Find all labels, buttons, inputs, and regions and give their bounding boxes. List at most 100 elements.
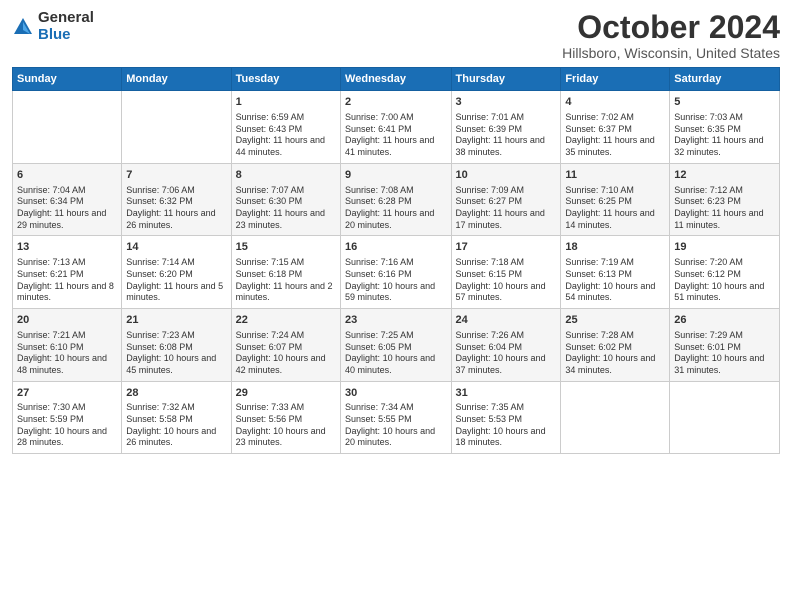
title-block: October 2024 Hillsboro, Wisconsin, Unite… [562,10,780,61]
day-info: Sunrise: 7:18 AM Sunset: 6:15 PM Dayligh… [456,257,557,304]
calendar-cell: 13Sunrise: 7:13 AM Sunset: 6:21 PM Dayli… [13,236,122,309]
day-number: 29 [236,386,336,401]
day-info: Sunrise: 7:21 AM Sunset: 6:10 PM Dayligh… [17,330,117,377]
day-number: 7 [126,168,226,183]
day-number: 10 [456,168,557,183]
day-number: 14 [126,240,226,255]
calendar-cell: 7 Sunrise: 7:06 AM Sunset: 6:32 PM Daylig… [122,163,231,236]
day-info: Sunrise: 7:08 AM Sunset: 6:28 PM Dayligh… [345,185,446,232]
calendar-cell: 1Sunrise: 6:59 AM Sunset: 6:43 PM Daylig… [231,91,340,164]
day-info: Sunrise: 7:20 AM Sunset: 6:12 PM Dayligh… [674,257,775,304]
calendar-cell: 26 Sunrise: 7:29 AM Sunset: 6:01 PM Dayli… [670,308,780,381]
day-info: Sunrise: 7:16 AM Sunset: 6:16 PM Dayligh… [345,257,446,304]
day-info: Sunrise: 7:01 AM Sunset: 6:39 PM Dayligh… [456,112,557,159]
calendar-cell: 15 Sunrise: 7:15 AM Sunset: 6:18 PM Dayli… [231,236,340,309]
calendar-cell: 31Sunrise: 7:35 AM Sunset: 5:53 PM Dayli… [451,381,561,454]
day-info: Sunrise: 7:13 AM Sunset: 6:21 PM Dayligh… [17,257,117,304]
day-info: Sunrise: 7:30 AM Sunset: 5:59 PM Dayligh… [17,402,117,449]
week-row-1: 6 Sunrise: 7:04 AM Sunset: 6:34 PM Daylig… [13,163,780,236]
day-number: 15 [236,240,336,255]
day-info: Sunrise: 7:00 AM Sunset: 6:41 PM Dayligh… [345,112,446,159]
day-number: 19 [674,240,775,255]
day-info: Sunrise: 7:02 AM Sunset: 6:37 PM Dayligh… [565,112,665,159]
calendar-cell: 4 Sunrise: 7:02 AM Sunset: 6:37 PM Daylig… [561,91,670,164]
calendar-cell: 10Sunrise: 7:09 AM Sunset: 6:27 PM Dayli… [451,163,561,236]
day-number: 8 [236,168,336,183]
calendar-cell: 24Sunrise: 7:26 AM Sunset: 6:04 PM Dayli… [451,308,561,381]
day-number: 25 [565,313,665,328]
day-info: Sunrise: 7:24 AM Sunset: 6:07 PM Dayligh… [236,330,336,377]
day-info: Sunrise: 7:15 AM Sunset: 6:18 PM Dayligh… [236,257,336,304]
calendar-cell: 11 Sunrise: 7:10 AM Sunset: 6:25 PM Dayli… [561,163,670,236]
calendar-cell: 12 Sunrise: 7:12 AM Sunset: 6:23 PM Dayli… [670,163,780,236]
subtitle: Hillsboro, Wisconsin, United States [562,45,780,61]
calendar-cell: 22Sunrise: 7:24 AM Sunset: 6:07 PM Dayli… [231,308,340,381]
day-number: 18 [565,240,665,255]
header: General Blue October 2024 Hillsboro, Wis… [12,10,780,61]
day-info: Sunrise: 7:14 AM Sunset: 6:20 PM Dayligh… [126,257,226,304]
day-number: 5 [674,95,775,110]
day-info: Sunrise: 7:35 AM Sunset: 5:53 PM Dayligh… [456,402,557,449]
day-info: Sunrise: 7:29 AM Sunset: 6:01 PM Dayligh… [674,330,775,377]
calendar-cell [13,91,122,164]
calendar-cell: 25 Sunrise: 7:28 AM Sunset: 6:02 PM Dayli… [561,308,670,381]
week-row-0: 1Sunrise: 6:59 AM Sunset: 6:43 PM Daylig… [13,91,780,164]
calendar-cell: 27Sunrise: 7:30 AM Sunset: 5:59 PM Dayli… [13,381,122,454]
logo-icon [12,16,34,38]
header-sunday: Sunday [13,68,122,91]
logo-general: General [38,10,94,27]
calendar-cell: 5 Sunrise: 7:03 AM Sunset: 6:35 PM Daylig… [670,91,780,164]
day-info: Sunrise: 7:34 AM Sunset: 5:55 PM Dayligh… [345,402,446,449]
day-info: Sunrise: 7:12 AM Sunset: 6:23 PM Dayligh… [674,185,775,232]
logo: General Blue [12,10,94,43]
calendar-cell: 21Sunrise: 7:23 AM Sunset: 6:08 PM Dayli… [122,308,231,381]
day-info: Sunrise: 7:06 AM Sunset: 6:32 PM Dayligh… [126,185,226,232]
day-info: Sunrise: 7:03 AM Sunset: 6:35 PM Dayligh… [674,112,775,159]
logo-blue: Blue [38,27,94,44]
week-row-4: 27Sunrise: 7:30 AM Sunset: 5:59 PM Dayli… [13,381,780,454]
calendar-cell: 28Sunrise: 7:32 AM Sunset: 5:58 PM Dayli… [122,381,231,454]
calendar-cell: 6 Sunrise: 7:04 AM Sunset: 6:34 PM Daylig… [13,163,122,236]
day-number: 21 [126,313,226,328]
day-info: Sunrise: 7:04 AM Sunset: 6:34 PM Dayligh… [17,185,117,232]
header-friday: Friday [561,68,670,91]
day-number: 28 [126,386,226,401]
header-thursday: Thursday [451,68,561,91]
calendar-table: SundayMondayTuesdayWednesdayThursdayFrid… [12,67,780,454]
day-info: Sunrise: 7:10 AM Sunset: 6:25 PM Dayligh… [565,185,665,232]
calendar-cell: 16 Sunrise: 7:16 AM Sunset: 6:16 PM Dayli… [341,236,451,309]
day-number: 26 [674,313,775,328]
day-number: 2 [345,95,446,110]
day-number: 6 [17,168,117,183]
main-title: October 2024 [562,10,780,45]
calendar-cell: 30Sunrise: 7:34 AM Sunset: 5:55 PM Dayli… [341,381,451,454]
day-number: 20 [17,313,117,328]
day-info: Sunrise: 7:32 AM Sunset: 5:58 PM Dayligh… [126,402,226,449]
day-number: 31 [456,386,557,401]
day-number: 4 [565,95,665,110]
day-info: Sunrise: 6:59 AM Sunset: 6:43 PM Dayligh… [236,112,336,159]
header-wednesday: Wednesday [341,68,451,91]
calendar-body: 1Sunrise: 6:59 AM Sunset: 6:43 PM Daylig… [13,91,780,454]
day-info: Sunrise: 7:07 AM Sunset: 6:30 PM Dayligh… [236,185,336,232]
day-info: Sunrise: 7:26 AM Sunset: 6:04 PM Dayligh… [456,330,557,377]
calendar-cell: 9 Sunrise: 7:08 AM Sunset: 6:28 PM Daylig… [341,163,451,236]
header-row: SundayMondayTuesdayWednesdayThursdayFrid… [13,68,780,91]
week-row-3: 20 Sunrise: 7:21 AM Sunset: 6:10 PM Dayli… [13,308,780,381]
day-number: 16 [345,240,446,255]
calendar-cell: 8 Sunrise: 7:07 AM Sunset: 6:30 PM Daylig… [231,163,340,236]
day-info: Sunrise: 7:28 AM Sunset: 6:02 PM Dayligh… [565,330,665,377]
day-number: 9 [345,168,446,183]
day-number: 12 [674,168,775,183]
week-row-2: 13Sunrise: 7:13 AM Sunset: 6:21 PM Dayli… [13,236,780,309]
header-monday: Monday [122,68,231,91]
calendar-cell: 14 Sunrise: 7:14 AM Sunset: 6:20 PM Dayli… [122,236,231,309]
calendar-cell [122,91,231,164]
calendar-cell [561,381,670,454]
calendar-cell: 2 Sunrise: 7:00 AM Sunset: 6:41 PM Daylig… [341,91,451,164]
day-number: 30 [345,386,446,401]
calendar-cell: 17Sunrise: 7:18 AM Sunset: 6:15 PM Dayli… [451,236,561,309]
day-info: Sunrise: 7:19 AM Sunset: 6:13 PM Dayligh… [565,257,665,304]
day-number: 11 [565,168,665,183]
calendar-cell [670,381,780,454]
